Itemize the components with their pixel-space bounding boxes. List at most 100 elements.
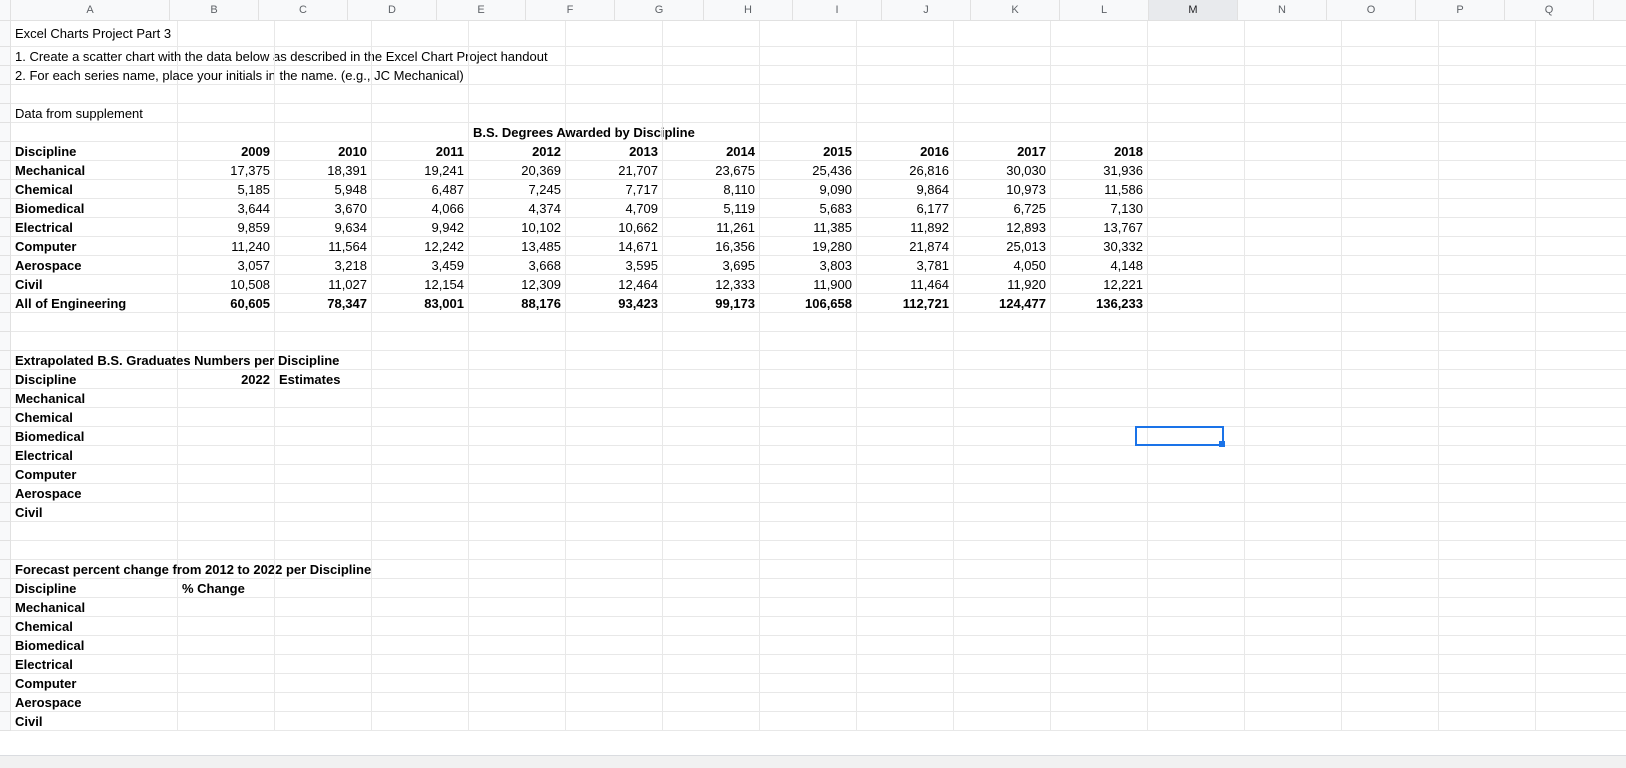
cell[interactable]: [1439, 674, 1536, 693]
year-header[interactable]: 2011: [372, 142, 469, 161]
cell[interactable]: [1148, 712, 1245, 731]
cell[interactable]: [566, 446, 663, 465]
cell[interactable]: [1051, 408, 1148, 427]
cell[interactable]: [1439, 85, 1536, 104]
cell[interactable]: [857, 674, 954, 693]
data-cell[interactable]: 3,668: [469, 256, 566, 275]
cell[interactable]: [760, 484, 857, 503]
cell[interactable]: [469, 313, 566, 332]
discipline-label[interactable]: Chemical: [11, 617, 178, 636]
cell[interactable]: [760, 351, 857, 370]
column-header-H[interactable]: H: [704, 0, 793, 20]
section-title[interactable]: Extrapolated B.S. Graduates Numbers per …: [11, 351, 178, 370]
cell[interactable]: [275, 389, 372, 408]
cell[interactable]: [469, 332, 566, 351]
cell[interactable]: [857, 123, 954, 142]
cell[interactable]: [1245, 503, 1342, 522]
cell[interactable]: [1148, 541, 1245, 560]
cell[interactable]: [1051, 674, 1148, 693]
cell[interactable]: [760, 674, 857, 693]
row-header[interactable]: [0, 712, 11, 731]
data-cell[interactable]: 3,803: [760, 256, 857, 275]
data-cell[interactable]: 3,695: [663, 256, 760, 275]
cell[interactable]: [469, 66, 566, 85]
cell[interactable]: [1342, 351, 1439, 370]
cell[interactable]: [372, 351, 469, 370]
year-header[interactable]: 2017: [954, 142, 1051, 161]
cell[interactable]: [1536, 522, 1626, 541]
cell[interactable]: [1342, 66, 1439, 85]
cell[interactable]: [857, 66, 954, 85]
discipline-label[interactable]: Biomedical: [11, 427, 178, 446]
data-cell[interactable]: 13,767: [1051, 218, 1148, 237]
discipline-label[interactable]: Aerospace: [11, 693, 178, 712]
data-cell[interactable]: 12,309: [469, 275, 566, 294]
cell[interactable]: [372, 560, 469, 579]
cell[interactable]: [178, 712, 275, 731]
cell[interactable]: [372, 712, 469, 731]
cell[interactable]: [663, 123, 760, 142]
data-cell[interactable]: 19,241: [372, 161, 469, 180]
cell[interactable]: [954, 522, 1051, 541]
cell[interactable]: [1051, 693, 1148, 712]
cell[interactable]: [275, 446, 372, 465]
cell[interactable]: [1245, 294, 1342, 313]
cell[interactable]: [1148, 21, 1245, 47]
cell[interactable]: [178, 47, 275, 66]
cell[interactable]: [1148, 237, 1245, 256]
cell[interactable]: [1245, 47, 1342, 66]
cell[interactable]: [1439, 655, 1536, 674]
estimates-header[interactable]: Estimates: [275, 370, 372, 389]
data-cell[interactable]: 9,634: [275, 218, 372, 237]
cell[interactable]: [469, 484, 566, 503]
page-title[interactable]: Excel Charts Project Part 3: [11, 21, 178, 47]
cell[interactable]: [663, 47, 760, 66]
spreadsheet[interactable]: ABCDEFGHIJKLMNOPQ Excel Charts Project P…: [0, 0, 1626, 768]
cell[interactable]: [663, 313, 760, 332]
data-cell[interactable]: 10,662: [566, 218, 663, 237]
cell[interactable]: [1245, 85, 1342, 104]
data-cell[interactable]: 9,864: [857, 180, 954, 199]
column-header-Q[interactable]: Q: [1505, 0, 1594, 20]
data-cell[interactable]: 5,683: [760, 199, 857, 218]
cell[interactable]: [1439, 237, 1536, 256]
cell[interactable]: [1342, 446, 1439, 465]
column-header-D[interactable]: D: [348, 0, 437, 20]
cell[interactable]: [663, 484, 760, 503]
row-header[interactable]: [0, 294, 11, 313]
cell[interactable]: [1245, 104, 1342, 123]
data-cell[interactable]: 3,595: [566, 256, 663, 275]
cell[interactable]: [1342, 617, 1439, 636]
discipline-label[interactable]: Mechanical: [11, 161, 178, 180]
cell[interactable]: [954, 693, 1051, 712]
cell[interactable]: [1342, 218, 1439, 237]
cell[interactable]: [372, 85, 469, 104]
cell[interactable]: [566, 465, 663, 484]
cell[interactable]: [178, 389, 275, 408]
year-header[interactable]: 2018: [1051, 142, 1148, 161]
cell[interactable]: [857, 47, 954, 66]
data-cell[interactable]: 14,671: [566, 237, 663, 256]
cell[interactable]: [760, 332, 857, 351]
cell[interactable]: [372, 408, 469, 427]
cell[interactable]: [1536, 579, 1626, 598]
cell[interactable]: [469, 712, 566, 731]
cell[interactable]: [1148, 408, 1245, 427]
cell[interactable]: [372, 465, 469, 484]
cell[interactable]: [1148, 142, 1245, 161]
discipline-label[interactable]: Aerospace: [11, 256, 178, 275]
cell[interactable]: [275, 598, 372, 617]
cell[interactable]: [1051, 370, 1148, 389]
cell[interactable]: [275, 693, 372, 712]
cell[interactable]: [1439, 465, 1536, 484]
row-header[interactable]: [0, 503, 11, 522]
cell[interactable]: [760, 123, 857, 142]
table-title[interactable]: B.S. Degrees Awarded by Discipline: [469, 123, 566, 142]
cell[interactable]: [1148, 389, 1245, 408]
cell[interactable]: [1439, 408, 1536, 427]
row-header[interactable]: [0, 351, 11, 370]
row-header[interactable]: [0, 541, 11, 560]
cell[interactable]: [275, 408, 372, 427]
cell[interactable]: [1051, 104, 1148, 123]
cell[interactable]: [275, 351, 372, 370]
